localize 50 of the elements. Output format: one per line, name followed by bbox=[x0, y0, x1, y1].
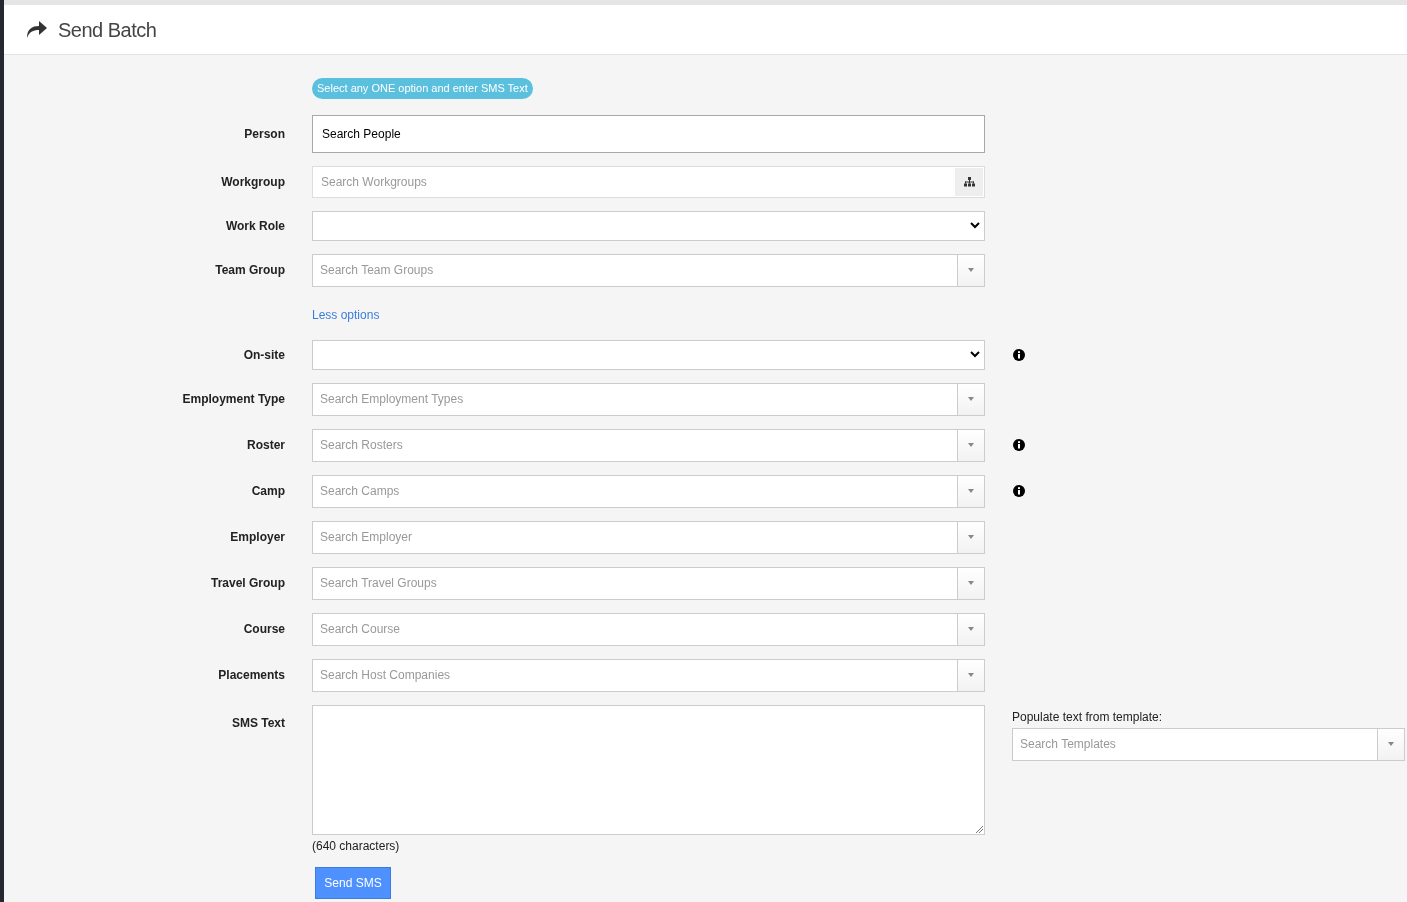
search-dropdown[interactable]: Search Employment Types bbox=[312, 382, 985, 416]
share-arrow-icon bbox=[26, 20, 48, 39]
field-label: Camp bbox=[250, 483, 285, 500]
field-label: Team Group bbox=[214, 262, 285, 279]
caret-icon bbox=[968, 581, 974, 585]
caret-icon bbox=[1388, 742, 1394, 746]
field-label: Course bbox=[242, 621, 285, 638]
page-title: Send Batch bbox=[58, 17, 157, 43]
search-dropdown[interactable]: Search Travel Groups bbox=[312, 566, 985, 600]
field-label: Travel Group bbox=[209, 575, 285, 592]
caret-icon bbox=[968, 443, 974, 447]
select-field[interactable] bbox=[312, 339, 985, 370]
field-label: Work Role bbox=[224, 217, 285, 235]
hierarchy-button[interactable] bbox=[955, 167, 983, 196]
search-dropdown[interactable]: Search Camps bbox=[312, 474, 985, 508]
field-label: On-site bbox=[242, 346, 285, 364]
less-options-link[interactable]: Less options bbox=[312, 307, 380, 322]
caret-icon bbox=[968, 489, 974, 493]
caret-icon bbox=[968, 535, 974, 539]
field-label: SMS Text bbox=[230, 714, 285, 732]
send-sms-button[interactable]: Send SMS bbox=[315, 866, 391, 899]
caret-icon bbox=[968, 268, 974, 272]
field-label: Workgroup bbox=[220, 173, 285, 191]
field-label: Placements bbox=[217, 667, 285, 684]
info-icon[interactable] bbox=[1013, 485, 1025, 497]
caret-icon bbox=[968, 673, 974, 677]
caret-icon bbox=[968, 627, 974, 631]
chevron-down-icon bbox=[970, 222, 980, 229]
character-count: (640 characters) bbox=[312, 837, 401, 855]
resize-handle-icon[interactable] bbox=[975, 824, 983, 833]
info-icon[interactable] bbox=[1013, 348, 1025, 361]
search-dropdown[interactable]: Search Employer bbox=[312, 520, 985, 554]
search-dropdown[interactable]: Search Rosters bbox=[312, 428, 985, 462]
search-dropdown[interactable]: Search Templates bbox=[1012, 727, 1405, 761]
field-label: Employer bbox=[229, 529, 285, 546]
search-field[interactable]: Search Workgroups bbox=[312, 165, 985, 198]
caret-icon bbox=[968, 397, 974, 401]
search-dropdown[interactable]: Search Course bbox=[312, 612, 985, 646]
hierarchy-icon bbox=[963, 176, 975, 187]
search-dropdown[interactable]: Search Host Companies bbox=[312, 658, 985, 692]
info-icon[interactable] bbox=[1013, 439, 1025, 451]
search-field[interactable]: Search People bbox=[312, 114, 985, 153]
search-dropdown[interactable]: Search Team Groups bbox=[312, 253, 985, 287]
field-label: Person bbox=[243, 125, 285, 143]
chevron-down-icon bbox=[970, 351, 980, 358]
field-label: Roster bbox=[246, 437, 285, 454]
field-label: Employment Type bbox=[181, 391, 285, 408]
hint-badge: Select any ONE option and enter SMS Text bbox=[312, 78, 533, 99]
select-field[interactable] bbox=[312, 210, 985, 241]
template-label: Populate text from template: bbox=[1012, 708, 1164, 726]
